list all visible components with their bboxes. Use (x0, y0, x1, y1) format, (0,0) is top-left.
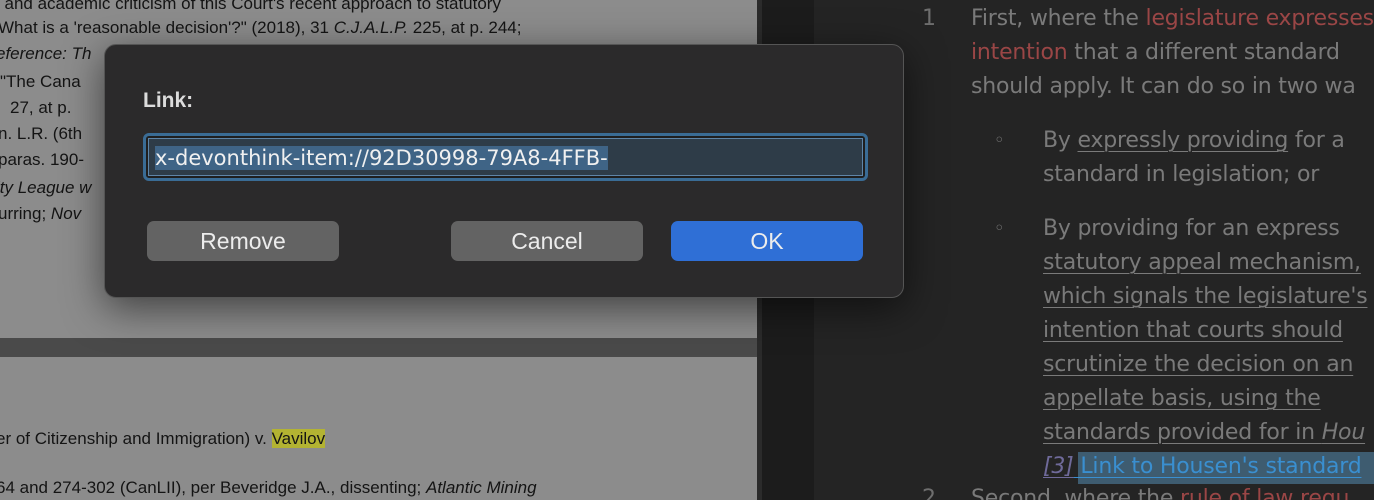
pdf-text-line: l and academic criticism of this Court's… (0, 0, 501, 13)
intention-link[interactable]: intention (971, 40, 1068, 65)
pdf-text-line: er of Citizenship and Immigration) v. Va… (0, 429, 326, 448)
editor-line: which signals the legislature's (1043, 284, 1368, 309)
editor-line: intention that courts should (1043, 318, 1343, 343)
editor-line: should apply. It can do so in two wa (971, 74, 1356, 99)
footnote-ref[interactable]: [3] (1043, 454, 1074, 479)
link-input[interactable]: x-devonthink-item://92D30998-79A8-4FFB- (143, 133, 868, 181)
ok-button[interactable]: OK (671, 221, 863, 261)
editor-line: scrutinize the decision on an (1043, 352, 1354, 377)
bullet-icon: ◦ (994, 130, 1005, 151)
cancel-button[interactable]: Cancel (451, 221, 643, 261)
editor-line: Second, where the rule of law requ (971, 486, 1349, 500)
link-label: Link: (143, 89, 194, 112)
editor-line: By expressly providing for a (1043, 128, 1345, 153)
pdf-text-line: n. L.R. (6th (0, 124, 83, 143)
pdf-text-line: What is a 'reasonable decision'?" (2018)… (0, 18, 522, 37)
bullet-icon: ◦ (994, 218, 1005, 239)
editor-line: standards provided for in Hou (1043, 420, 1366, 445)
remove-button[interactable]: Remove (147, 221, 339, 261)
link-input-inner[interactable]: x-devonthink-item://92D30998-79A8-4FFB- (148, 138, 863, 176)
pdf-text-line: "The Cana (0, 72, 81, 91)
editor-line: appellate basis, using the (1043, 386, 1321, 411)
editor-line: standard in legislation; or (1043, 162, 1320, 187)
editor-line: First, where the legislature expresses (971, 6, 1374, 31)
list-number: 1 (922, 6, 936, 31)
pdf-page: er of Citizenship and Immigration) v. Va… (0, 357, 757, 500)
pdf-text-line: 64 and 274-302 (CanLII), per Beveridge J… (0, 478, 537, 497)
expressly-providing-link[interactable]: expressly providing (1078, 128, 1289, 153)
rule-of-law-link[interactable]: rule of law requ (1180, 486, 1349, 500)
link-dialog: Link: x-devonthink-item://92D30998-79A8-… (104, 44, 904, 298)
pdf-text-line: ity League w (0, 178, 92, 197)
editor-line: By providing for an express (1043, 216, 1340, 241)
list-number: 2. (922, 486, 943, 500)
editor-line: intention that a different standard (971, 40, 1340, 65)
pdf-text-line: eference: Th (0, 44, 92, 63)
pdf-text-line: urring; Nov (0, 204, 82, 223)
pdf-text-line: 27, at p. (10, 98, 72, 117)
search-highlight: Vavilov (271, 429, 326, 448)
legislature-link[interactable]: legislature expresses (1146, 6, 1374, 31)
footnote-link[interactable]: Link to Housen's standard (1074, 454, 1361, 479)
link-input-value[interactable]: x-devonthink-item://92D30998-79A8-4FFB- (155, 146, 608, 170)
pdf-text-line: paras. 190- (0, 150, 84, 169)
footnote-line: [3] Link to Housen's standard (1043, 454, 1362, 479)
editor-line: statutory appeal mechanism, (1043, 250, 1361, 275)
